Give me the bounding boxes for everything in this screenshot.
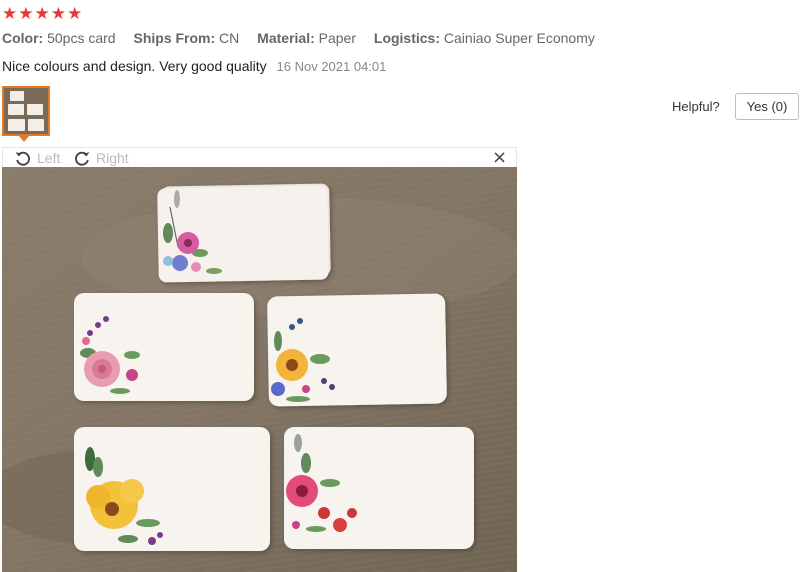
thumbnail-pointer bbox=[19, 136, 29, 142]
helpful-yes-button[interactable]: Yes (0) bbox=[735, 93, 799, 120]
rotate-right-label: Right bbox=[96, 150, 129, 166]
review-photo-thumbnail[interactable] bbox=[2, 86, 50, 136]
star-icon: ★ bbox=[2, 4, 18, 24]
star-icon: ★ bbox=[18, 4, 34, 24]
attribute-ships-from: Ships From: CN bbox=[133, 30, 240, 46]
attribute-color: Color: 50pcs card bbox=[2, 30, 116, 46]
star-rating: ★ ★ ★ ★ ★ bbox=[2, 5, 82, 23]
rotate-right-button[interactable]: Right bbox=[73, 148, 129, 168]
rotate-left-button[interactable]: Left bbox=[14, 148, 60, 168]
star-icon: ★ bbox=[67, 4, 83, 24]
review-text: Nice colours and design. Very good quali… bbox=[2, 58, 267, 74]
close-icon[interactable]: × bbox=[492, 148, 507, 168]
star-icon: ★ bbox=[34, 4, 50, 24]
star-icon: ★ bbox=[50, 4, 66, 24]
rotate-right-icon bbox=[75, 151, 90, 166]
review-photo bbox=[2, 167, 517, 572]
photo-viewer-toolbar: Left Right × bbox=[2, 147, 517, 168]
attribute-material: Material: Paper bbox=[257, 30, 356, 46]
review-date: 16 Nov 2021 04:01 bbox=[276, 59, 387, 74]
review-body: Nice colours and design. Very good quali… bbox=[2, 58, 386, 74]
rotate-left-icon bbox=[15, 151, 30, 166]
attribute-logistics: Logistics: Cainiao Super Economy bbox=[373, 30, 595, 46]
product-attributes: Color: 50pcs card Ships From: CN Materia… bbox=[2, 30, 609, 46]
rotate-left-label: Left bbox=[37, 150, 61, 166]
helpful-label: Helpful? bbox=[672, 99, 720, 114]
